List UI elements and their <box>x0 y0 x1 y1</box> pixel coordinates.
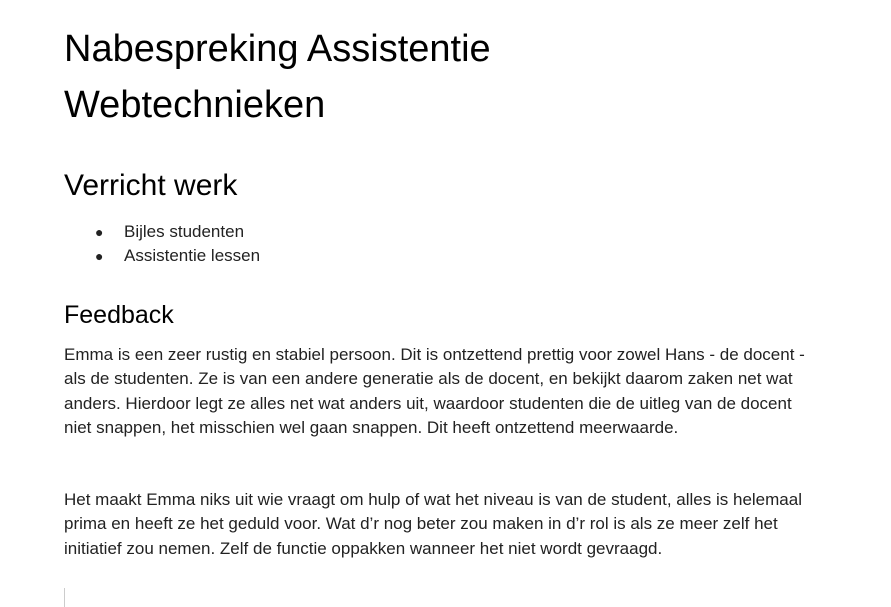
section-heading-verricht-werk: Verricht werk <box>64 169 238 202</box>
bullet-icon: ● <box>95 248 104 264</box>
bullet-list: ● Bijles studenten ● Assistentie lessen <box>64 220 260 268</box>
list-item-text: Assistentie lessen <box>124 246 261 265</box>
feedback-paragraph: Emma is een zeer rustig en stabiel perso… <box>64 345 805 438</box>
feedback-paragraph: Het maakt Emma niks uit wie vraagt om hu… <box>64 490 802 558</box>
section-heading-feedback: Feedback <box>64 301 174 329</box>
list-item: ● Assistentie lessen <box>64 244 260 268</box>
list-item-text: Bijles studenten <box>124 222 245 241</box>
bullet-icon: ● <box>95 224 104 240</box>
list-item: ● Bijles studenten <box>64 220 260 244</box>
document-title: Nabespreking Assistentie Webtechnieken <box>64 28 491 126</box>
text-cursor <box>64 588 65 607</box>
